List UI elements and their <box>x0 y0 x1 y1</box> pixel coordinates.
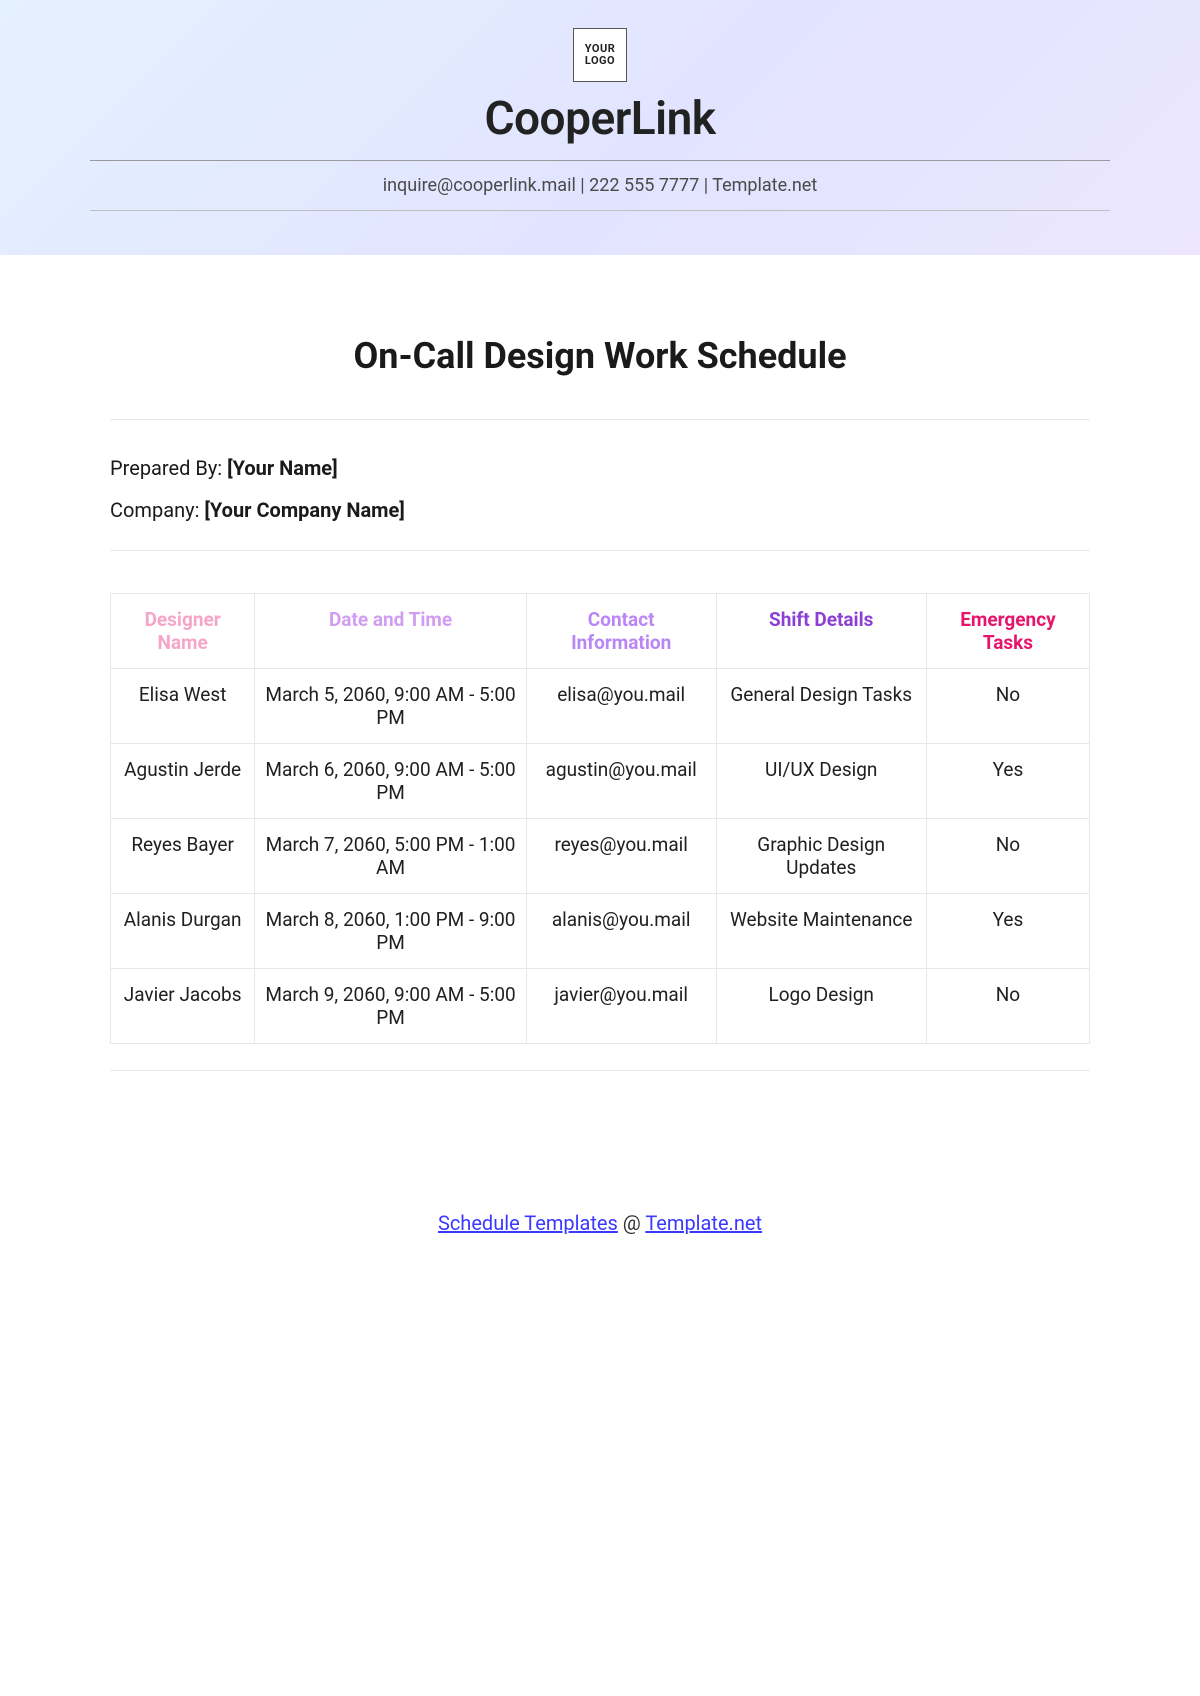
prepared-by-value: [Your Name] <box>227 456 338 480</box>
cell-shift: UI/UX Design <box>716 744 926 819</box>
cell-emergency: Yes <box>926 894 1089 969</box>
cell-shift: Logo Design <box>716 969 926 1044</box>
prepared-by-label: Prepared By: <box>110 456 227 480</box>
cell-name: Alanis Durgan <box>111 894 255 969</box>
divider <box>90 160 1110 161</box>
cell-contact: agustin@you.mail <box>526 744 716 819</box>
footer: Schedule Templates @ Template.net <box>0 1111 1200 1295</box>
divider <box>110 550 1090 551</box>
contact-line: inquire@cooperlink.mail | 222 555 7777 |… <box>0 175 1200 196</box>
cell-date: March 6, 2060, 9:00 AM - 5:00 PM <box>255 744 527 819</box>
divider <box>110 419 1090 420</box>
logo-placeholder: YOUR LOGO <box>573 28 627 82</box>
cell-name: Reyes Bayer <box>111 819 255 894</box>
header-band: YOUR LOGO CooperLink inquire@cooperlink.… <box>0 0 1200 255</box>
table-row: Agustin Jerde March 6, 2060, 9:00 AM - 5… <box>111 744 1090 819</box>
footer-link-templates[interactable]: Schedule Templates <box>438 1211 618 1235</box>
cell-date: March 8, 2060, 1:00 PM - 9:00 PM <box>255 894 527 969</box>
footer-link-site[interactable]: Template.net <box>645 1211 762 1235</box>
col-emergency: Emergency Tasks <box>926 594 1089 669</box>
cell-emergency: No <box>926 969 1089 1044</box>
cell-name: Agustin Jerde <box>111 744 255 819</box>
company-label: Company: <box>110 498 204 522</box>
col-contact: Contact Information <box>526 594 716 669</box>
cell-name: Javier Jacobs <box>111 969 255 1044</box>
logo-text: YOUR LOGO <box>574 43 626 67</box>
schedule-table: Designer Name Date and Time Contact Info… <box>110 593 1090 1044</box>
col-designer-name: Designer Name <box>111 594 255 669</box>
cell-shift: Website Maintenance <box>716 894 926 969</box>
cell-emergency: No <box>926 819 1089 894</box>
table-row: Reyes Bayer March 7, 2060, 5:00 PM - 1:0… <box>111 819 1090 894</box>
col-date-time: Date and Time <box>255 594 527 669</box>
table-row: Elisa West March 5, 2060, 9:00 AM - 5:00… <box>111 669 1090 744</box>
prepared-by-line: Prepared By: [Your Name] <box>110 456 1090 480</box>
divider <box>110 1070 1090 1071</box>
cell-emergency: No <box>926 669 1089 744</box>
cell-contact: alanis@you.mail <box>526 894 716 969</box>
table-header-row: Designer Name Date and Time Contact Info… <box>111 594 1090 669</box>
table-row: Alanis Durgan March 8, 2060, 1:00 PM - 9… <box>111 894 1090 969</box>
cell-date: March 9, 2060, 9:00 AM - 5:00 PM <box>255 969 527 1044</box>
divider <box>90 210 1110 211</box>
cell-contact: javier@you.mail <box>526 969 716 1044</box>
cell-name: Elisa West <box>111 669 255 744</box>
cell-contact: reyes@you.mail <box>526 819 716 894</box>
company-value: [Your Company Name] <box>204 498 404 522</box>
cell-date: March 5, 2060, 9:00 AM - 5:00 PM <box>255 669 527 744</box>
cell-shift: Graphic Design Updates <box>716 819 926 894</box>
footer-sep: @ <box>618 1211 646 1235</box>
company-name: CooperLink <box>0 92 1200 146</box>
col-shift: Shift Details <box>716 594 926 669</box>
cell-shift: General Design Tasks <box>716 669 926 744</box>
table-row: Javier Jacobs March 9, 2060, 9:00 AM - 5… <box>111 969 1090 1044</box>
company-line: Company: [Your Company Name] <box>110 498 1090 522</box>
page-title: On-Call Design Work Schedule <box>110 335 1090 377</box>
cell-contact: elisa@you.mail <box>526 669 716 744</box>
cell-emergency: Yes <box>926 744 1089 819</box>
cell-date: March 7, 2060, 5:00 PM - 1:00 AM <box>255 819 527 894</box>
